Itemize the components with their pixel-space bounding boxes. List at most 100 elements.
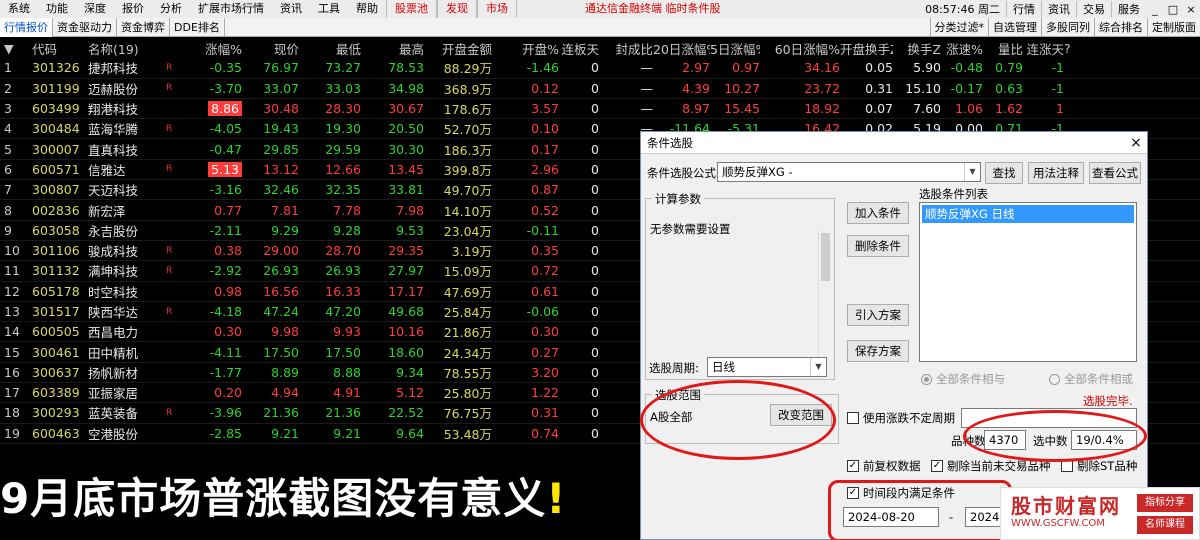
save-plan-button[interactable]: 保存方案	[847, 340, 909, 362]
minimize-icon[interactable]: _	[1146, 3, 1164, 16]
params-scrollbar[interactable]	[818, 229, 832, 374]
menu-item[interactable]: 报价	[114, 0, 152, 18]
column-header[interactable]: ?	[1064, 41, 1071, 56]
cell-amt: 178.6万	[424, 99, 492, 118]
cell-price: 30.48	[242, 101, 299, 116]
list-item[interactable]: 顺势反弹XG 日线	[922, 205, 1134, 223]
top-right-button[interactable]: 服务	[1111, 1, 1146, 17]
column-header[interactable]: 量比	[983, 39, 1023, 58]
table-row[interactable]: 2 301199 迈赫股份 R -3.70 33.07 33.03 34.98 368.9万 0.…	[0, 79, 1200, 99]
add-condition-button[interactable]: 加入条件	[847, 202, 909, 224]
menu-item[interactable]: 工具	[310, 0, 348, 18]
unfixed-period-input[interactable]	[961, 408, 1137, 428]
radio-or[interactable]: 全部条件相或	[1049, 371, 1133, 387]
import-plan-button[interactable]: 引入方案	[847, 304, 909, 326]
column-header[interactable]: 现价	[242, 39, 299, 58]
fq-checkbox[interactable]: ✓ 前复权数据	[847, 458, 921, 474]
period-select[interactable]: 日线 ▼	[707, 357, 827, 377]
usage-button[interactable]: 用法注释	[1028, 162, 1084, 184]
menu-item[interactable]: 系统	[0, 0, 38, 18]
tab-item[interactable]: DDE排名	[170, 17, 225, 37]
column-header[interactable]: 最高	[361, 39, 424, 58]
cell-value: 0	[591, 243, 599, 259]
cell-code: 301517	[32, 304, 88, 319]
column-header[interactable]: 封成比	[599, 39, 653, 58]
cell-lb: 0	[559, 345, 599, 360]
cell-value: 蓝海华腾	[88, 122, 139, 138]
cell-value: 2	[4, 80, 12, 96]
cell-spd: -0.17	[941, 81, 983, 96]
tab-item[interactable]: 综合排名	[1094, 17, 1147, 37]
radio-dot	[1049, 373, 1060, 385]
table-row[interactable]: 1 301326 捷邦科技 R -0.35 76.97 73.27 78.53 88.29万 -1…	[0, 58, 1200, 79]
formula-select[interactable]: 顺势反弹XG - ▼	[717, 162, 981, 182]
column-header[interactable]: 开盘金额	[424, 39, 492, 58]
column-header[interactable]: 最低	[299, 39, 361, 58]
tab-item[interactable]: 自选管理	[988, 17, 1041, 37]
condition-list[interactable]: 顺势反弹XG 日线	[919, 202, 1137, 362]
cell-value: 0.10	[531, 121, 559, 137]
delete-condition-button[interactable]: 删除条件	[847, 235, 909, 257]
column-header[interactable]: ▼	[0, 41, 32, 56]
cell-value: 9.34	[396, 364, 424, 380]
cell-lb: 0	[559, 60, 599, 75]
find-button[interactable]: 查找	[985, 162, 1023, 184]
column-header[interactable]: 涨速%	[941, 39, 983, 58]
menu-item-highlight[interactable]: 股票池	[386, 0, 437, 18]
cell-value: 15.10	[905, 80, 941, 96]
date-from-input[interactable]: 2024-08-20	[843, 507, 939, 527]
change-scope-button[interactable]: 改变范围	[770, 404, 832, 426]
radio-and[interactable]: 全部条件相与	[921, 371, 1005, 387]
exclude-st-checkbox[interactable]: 剔除ST品种	[1061, 458, 1137, 474]
top-right-button[interactable]: 交易	[1076, 1, 1111, 17]
column-header[interactable]: 20日涨幅%	[653, 39, 710, 58]
close-icon[interactable]: ×	[1182, 3, 1200, 16]
menu-item[interactable]: 帮助	[348, 0, 386, 18]
cell-price: 32.46	[242, 182, 299, 197]
column-header[interactable]: 连涨天	[1023, 39, 1064, 58]
column-header[interactable]: 开盘%	[492, 39, 559, 58]
column-header[interactable]: 换手Z	[893, 39, 941, 58]
menu-item-highlight[interactable]: 市场	[477, 0, 517, 18]
table-row[interactable]: 3 603499 翔港科技 8.86 30.48 28.30 30.67 178.6万 3.57…	[0, 99, 1200, 120]
maximize-icon[interactable]: □	[1164, 3, 1182, 16]
menu-item[interactable]: 资讯	[272, 0, 310, 18]
column-header[interactable]: 60日涨幅%	[760, 39, 840, 58]
tab-item[interactable]: 定制版面	[1147, 17, 1200, 37]
column-header[interactable]: 开盘换手Z	[840, 39, 893, 58]
column-header[interactable]: 代码	[32, 39, 88, 58]
table-header: ▼代码名称(19) 涨幅%现价最低最高开盘金额开盘%连板天封成比20日涨幅%5日涨…	[0, 38, 1200, 59]
cell-value: 0.31	[531, 405, 559, 421]
unfixed-period-checkbox[interactable]: 使用涨跌不定周期	[847, 410, 955, 426]
menu-item[interactable]: 深度	[76, 0, 114, 18]
exclude-untraded-checkbox[interactable]: ✓ 剔除当前未交易品种	[931, 458, 1051, 474]
menu-item[interactable]: 扩展市场行情	[190, 0, 272, 18]
tab-item[interactable]: 资金博弈	[117, 17, 170, 37]
menu-item[interactable]: 功能	[38, 0, 76, 18]
tab-item[interactable]: 多股同列	[1041, 17, 1094, 37]
column-header[interactable]: 连板天	[559, 39, 599, 58]
menu-item-highlight[interactable]: 发现	[437, 0, 477, 18]
menu-item[interactable]: 分析	[152, 0, 190, 18]
cell-value: 24.34万	[443, 345, 492, 361]
column-header[interactable]: 5日涨幅%	[710, 39, 760, 58]
cell-value: 76.75万	[443, 406, 492, 422]
cell-value: 14.10万	[443, 203, 492, 219]
tab-item[interactable]: 行情报价	[0, 17, 53, 37]
cell-value: 73.27	[325, 60, 361, 76]
top-right-button[interactable]: 资讯	[1041, 1, 1076, 17]
cell-value: 47.69万	[443, 284, 492, 300]
cell-value: 5.90	[913, 60, 941, 76]
scroll-thumb[interactable]	[821, 233, 830, 281]
tab-item[interactable]: 分类过滤*	[929, 17, 989, 37]
cell-price: 9.98	[242, 324, 299, 339]
time-range-checkbox[interactable]: ✓ 时间段内满足条件	[847, 485, 955, 501]
column-header[interactable]: 名称(19)	[88, 39, 166, 58]
top-right-button[interactable]: 行情	[1006, 1, 1041, 17]
column-header[interactable]: 涨幅%	[194, 39, 242, 58]
tab-item[interactable]: 资金驱动力	[53, 17, 117, 37]
view-formula-button[interactable]: 查看公式	[1089, 162, 1141, 184]
dialog-close-icon[interactable]: ×	[1125, 135, 1147, 151]
cell-value: 0.30	[214, 324, 242, 340]
date-to-input[interactable]: 2024-0	[965, 507, 1005, 527]
